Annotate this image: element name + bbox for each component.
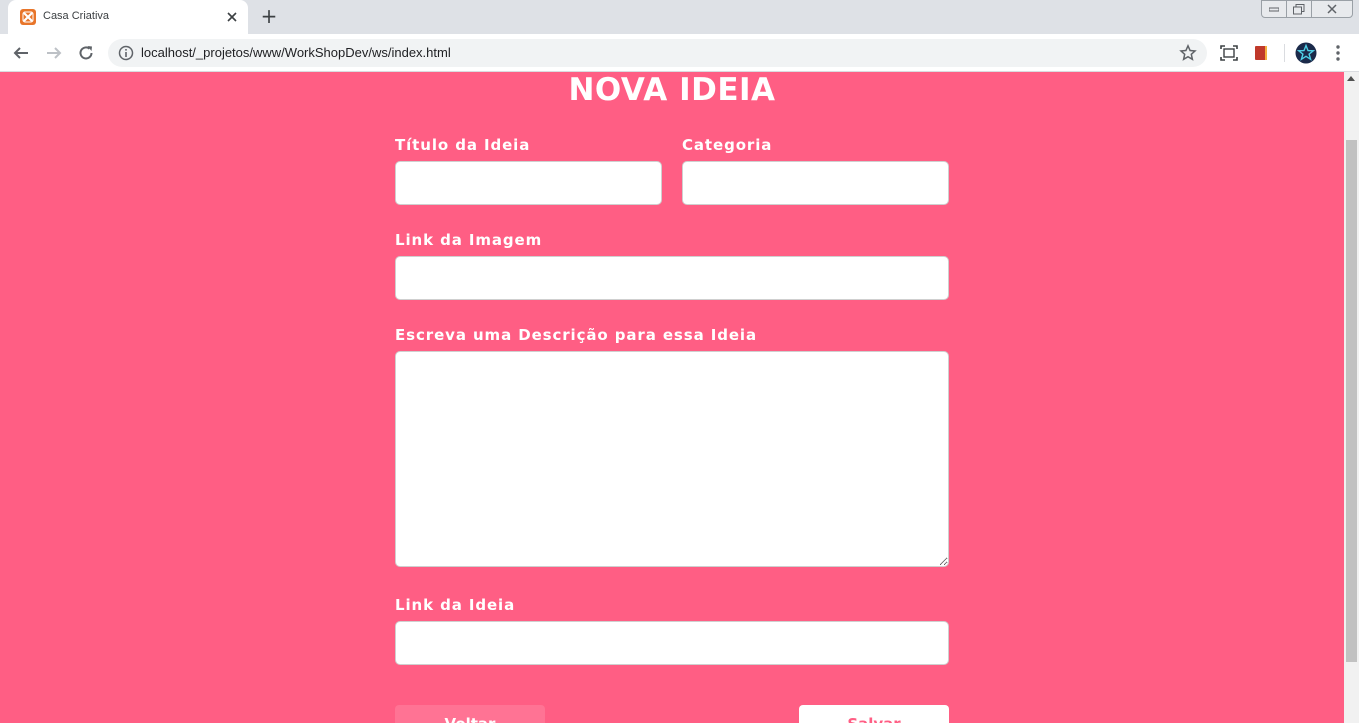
page-title: NOVA IDEIA [568,72,776,108]
page-viewport: NOVA IDEIA Título da Ideia Categoria Lin… [0,72,1344,723]
category-label: Categoria [682,136,773,154]
toolbar-separator [1284,44,1285,62]
browser-toolbar: localhost/_projetos/www/WorkShopDev/ws/i… [0,34,1359,72]
idea-title-input[interactable] [395,161,662,205]
star-icon[interactable] [1179,43,1197,62]
back-button-label: Voltar [445,715,496,723]
xampp-icon [20,9,36,25]
tab-strip: Casa Criativa + [0,0,1359,34]
more-vertical-icon[interactable] [1327,42,1349,64]
minimize-button[interactable] [1261,0,1287,18]
save-button[interactable]: Salvar [799,705,949,723]
idea-link-input[interactable] [395,621,949,665]
close-window-button[interactable] [1311,0,1353,18]
url-text: localhost/_projetos/www/WorkShopDev/ws/i… [141,45,451,60]
description-textarea[interactable] [395,351,949,567]
category-input[interactable] [682,161,949,205]
address-bar[interactable]: localhost/_projetos/www/WorkShopDev/ws/i… [108,39,1207,67]
restore-button[interactable] [1286,0,1312,18]
tab-title: Casa Criativa [43,10,110,22]
avatar-star-icon[interactable] [1295,42,1317,64]
save-button-label: Salvar [847,715,900,723]
browser-tab[interactable]: Casa Criativa [8,0,248,34]
screen-capture-icon[interactable] [1218,42,1240,64]
arrow-right-icon[interactable] [42,41,66,65]
window-controls [1261,0,1353,18]
idea-link-label: Link da Ideia [395,596,516,614]
close-icon[interactable] [224,9,240,25]
new-tab-button[interactable]: + [259,6,279,27]
info-icon[interactable] [118,45,134,61]
image-link-label: Link da Imagem [395,231,543,249]
book-extension-icon[interactable] [1250,42,1272,64]
image-link-input[interactable] [395,256,949,300]
arrow-left-icon[interactable] [9,41,33,65]
back-button[interactable]: Voltar [395,705,545,723]
reload-icon[interactable] [74,41,98,65]
scroll-thumb[interactable] [1346,140,1357,662]
title-label: Título da Ideia [395,136,531,154]
description-label: Escreva uma Descrição para essa Ideia [395,326,757,344]
scroll-up-arrow-icon[interactable] [1347,76,1355,81]
vertical-scrollbar[interactable] [1344,72,1359,723]
